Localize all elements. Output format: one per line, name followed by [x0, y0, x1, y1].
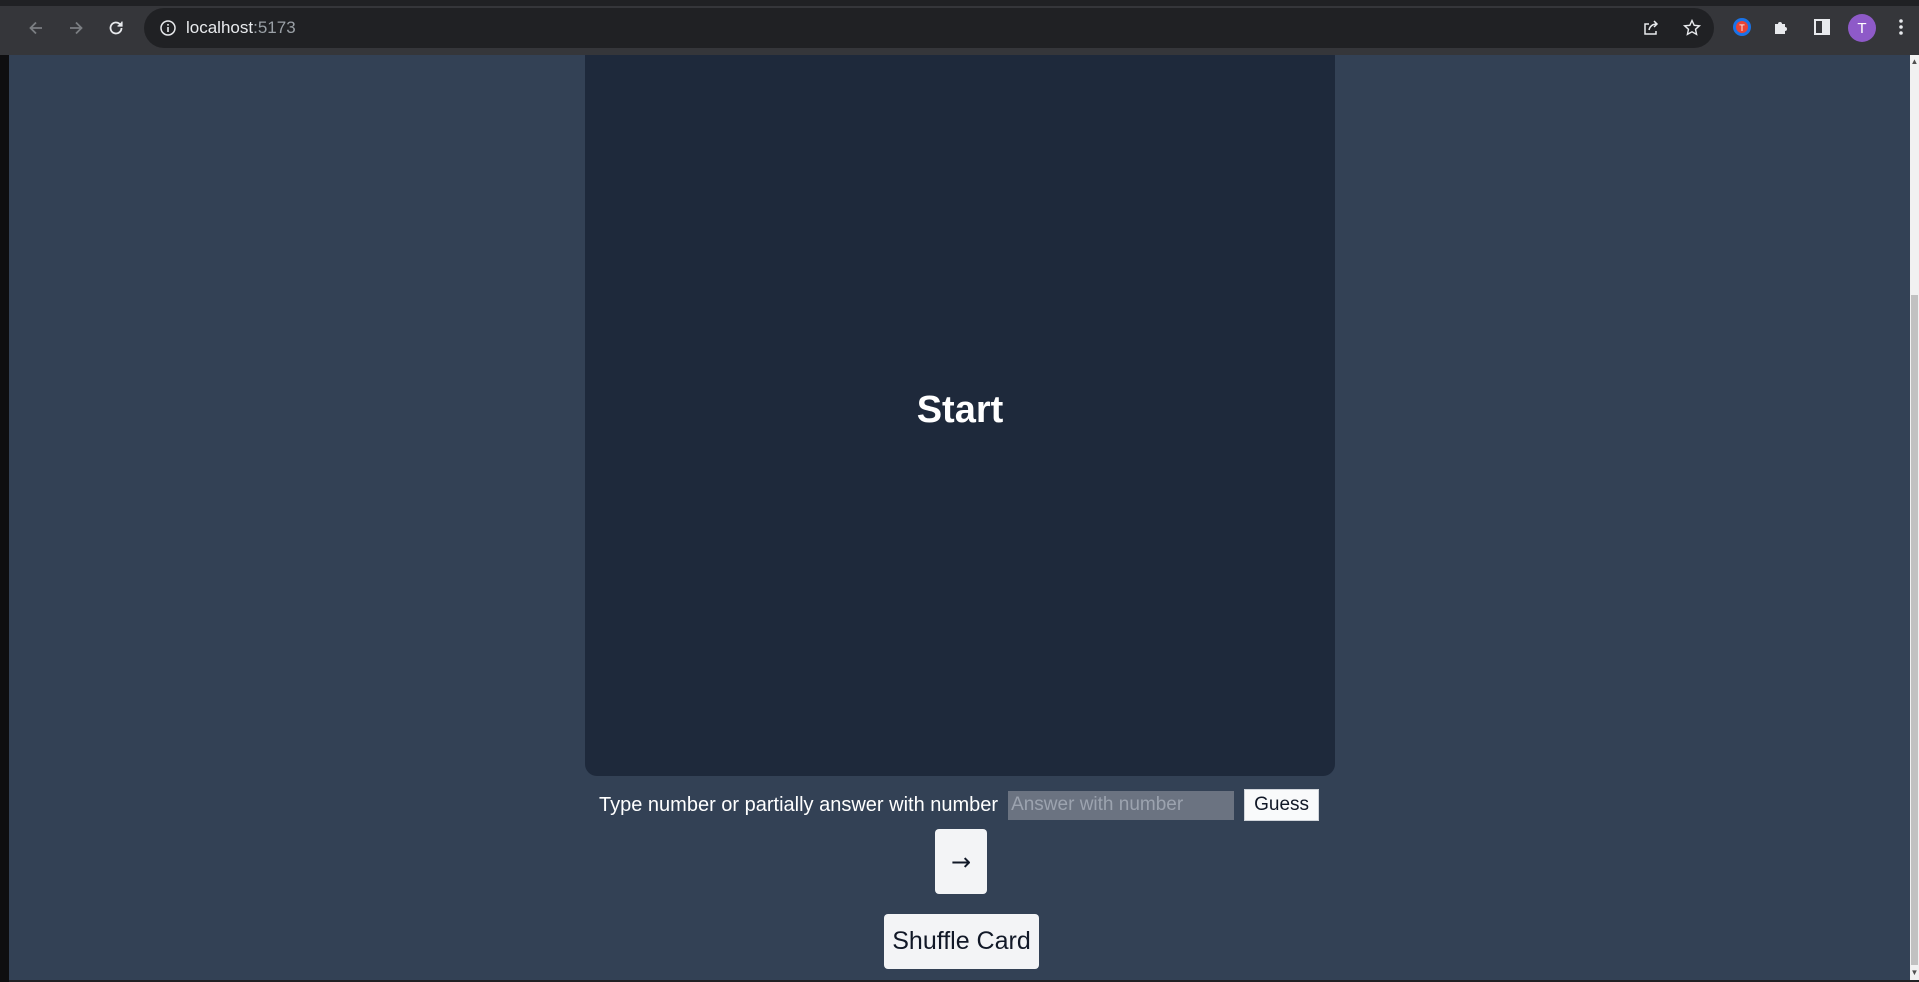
answer-input[interactable]	[1008, 790, 1235, 820]
reload-icon	[109, 21, 123, 35]
tab-strip-edge	[0, 0, 1919, 6]
url-text[interactable]: localhost:5173	[186, 18, 296, 38]
reload-button[interactable]	[100, 12, 132, 44]
puzzle-icon	[1775, 22, 1787, 34]
flashcard[interactable]: Start	[585, 55, 1335, 776]
shuffle-card-button[interactable]: Shuffle Card	[884, 914, 1039, 969]
forward-button[interactable]	[60, 12, 92, 44]
guess-label: Type number or partially answer with num…	[599, 793, 999, 816]
vertical-scrollbar[interactable]: ▲ ▼	[1910, 55, 1919, 980]
next-card-button[interactable]: →	[935, 829, 987, 894]
page-viewport: Start Type number or partially answer wi…	[9, 55, 1910, 980]
side-panel-icon	[1814, 19, 1830, 35]
url-host: localhost	[186, 18, 254, 37]
profile-avatar[interactable]: T	[1848, 14, 1876, 42]
scroll-up-arrow-icon[interactable]: ▲	[1910, 55, 1919, 69]
card-title: Start	[916, 389, 1004, 431]
kebab-menu-icon	[1899, 19, 1903, 35]
guess-form: Type number or partially answer with num…	[599, 789, 1320, 821]
address-bar[interactable]: localhost:5173	[144, 8, 1714, 48]
star-icon[interactable]	[1682, 18, 1702, 38]
back-button[interactable]	[20, 12, 52, 44]
scroll-down-arrow-icon[interactable]: ▼	[1910, 966, 1919, 980]
arrow-right-icon	[70, 21, 83, 35]
browser-menu-button[interactable]	[1888, 14, 1914, 40]
url-port: :5173	[253, 18, 296, 37]
svg-text:T: T	[1739, 23, 1745, 33]
guess-button[interactable]: Guess	[1244, 789, 1320, 821]
extensions-menu-button[interactable]	[1769, 14, 1795, 40]
arrow-left-icon	[29, 21, 42, 35]
window-edge	[0, 55, 9, 982]
info-icon[interactable]	[158, 18, 178, 38]
extension-button[interactable]: T	[1729, 14, 1755, 40]
side-panel-button[interactable]	[1809, 14, 1835, 40]
browser-toolbar: localhost:5173 T T	[0, 0, 1919, 55]
extension-icon: T	[1733, 18, 1751, 36]
scrollbar-thumb[interactable]	[1911, 295, 1918, 965]
share-icon[interactable]	[1641, 18, 1661, 38]
